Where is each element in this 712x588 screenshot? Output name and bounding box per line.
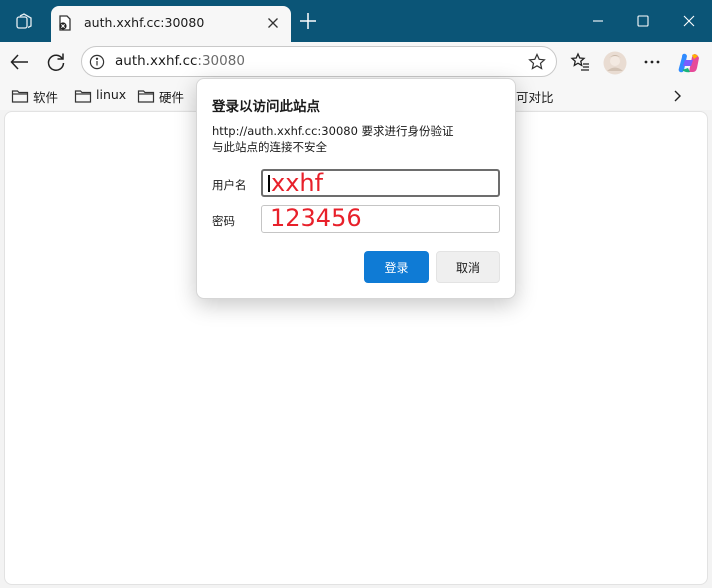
info-icon[interactable] (89, 54, 105, 70)
password-input[interactable]: 123456 (261, 204, 500, 233)
url-port: :30080 (197, 53, 245, 69)
username-input[interactable]: xxhf (261, 169, 500, 197)
bookmark-label: linux (96, 87, 127, 102)
cancel-button[interactable]: 取消 (436, 251, 500, 283)
browser-tab[interactable]: auth.xxhf.cc:30080 (51, 6, 291, 42)
profile-avatar-icon[interactable] (603, 51, 627, 75)
bookmark-folder-linux[interactable]: linux (74, 87, 134, 105)
username-value: xxhf (271, 169, 324, 197)
tab-favicon-icon (57, 15, 73, 31)
copilot-icon[interactable] (677, 51, 699, 73)
plus-icon[interactable] (299, 12, 317, 30)
tab-actions-icon[interactable] (12, 10, 36, 34)
username-label: 用户名 (212, 178, 247, 192)
bookmark-label: 硬件 (159, 90, 185, 105)
more-icon[interactable] (641, 51, 663, 73)
minimize-icon[interactable] (575, 6, 621, 36)
folder-icon (137, 90, 155, 103)
bookmark-partial-label[interactable]: 可对比 (516, 87, 554, 106)
bookmark-folder-software[interactable]: 软件 (11, 87, 71, 105)
password-label: 密码 (212, 214, 235, 228)
dialog-title: 登录以访问此站点 (212, 99, 320, 115)
close-icon[interactable] (265, 15, 281, 31)
back-arrow-icon[interactable] (9, 51, 31, 73)
star-icon[interactable] (528, 53, 546, 71)
chevron-right-icon[interactable] (668, 87, 686, 105)
refresh-icon[interactable] (45, 51, 67, 73)
url-host: auth.xxhf.cc (115, 53, 198, 69)
navigation-toolbar: auth.xxhf.cc:30080 (0, 42, 712, 82)
password-value: 123456 (270, 204, 362, 232)
title-bar: auth.xxhf.cc:30080 (0, 0, 712, 42)
favorites-icon[interactable] (569, 51, 591, 73)
url-text[interactable]: auth.xxhf.cc:30080 (115, 53, 245, 69)
tab-title: auth.xxhf.cc:30080 (84, 15, 205, 30)
maximize-icon[interactable] (620, 6, 666, 36)
dialog-warning: 与此站点的连接不安全 (212, 140, 327, 154)
window-close-icon[interactable] (666, 6, 712, 36)
text-caret (268, 175, 270, 192)
login-button[interactable]: 登录 (364, 251, 429, 283)
bookmark-folder-hardware[interactable]: 硬件 (137, 87, 197, 105)
bookmark-label: 软件 (33, 90, 59, 105)
dialog-message: http://auth.xxhf.cc:30080 要求进行身份验证 (212, 124, 454, 138)
folder-icon (11, 90, 29, 103)
auth-dialog: 登录以访问此站点 http://auth.xxhf.cc:30080 要求进行身… (196, 78, 516, 299)
folder-icon (74, 90, 92, 103)
address-bar[interactable]: auth.xxhf.cc:30080 (81, 46, 557, 77)
